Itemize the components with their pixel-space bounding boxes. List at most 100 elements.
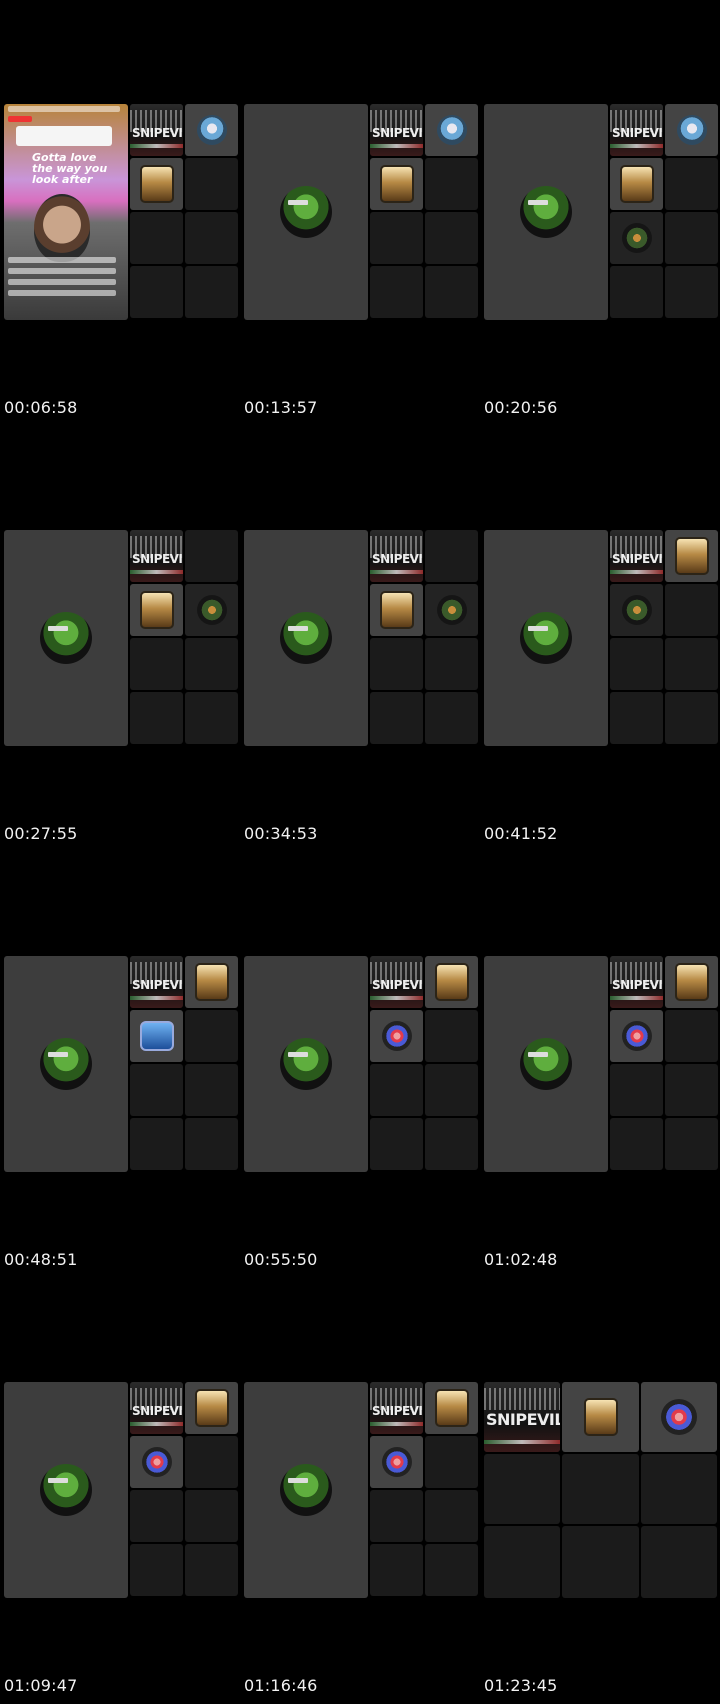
live-badge — [8, 116, 32, 122]
empty-tile — [185, 1010, 238, 1062]
empty-tile — [665, 1064, 718, 1116]
overlay-text: Gotta love the way you look after — [32, 151, 108, 186]
brand-tile: SNIPEVILLE — [130, 104, 183, 156]
participant-tile — [562, 1382, 639, 1452]
coffee-mug-icon — [139, 591, 174, 629]
brand-logo-icon: SNIPEVILLE — [610, 530, 663, 582]
frame-3: SNIPEVILLE — [484, 104, 718, 320]
main-video — [244, 530, 368, 746]
participant-tile — [130, 158, 183, 210]
participant-tile — [610, 1010, 663, 1062]
chat-overlay — [8, 252, 116, 312]
participant-tile — [665, 530, 718, 582]
participant-tile — [370, 158, 423, 210]
coffee-mug-icon — [139, 165, 174, 203]
empty-tile — [425, 212, 478, 264]
brand-logo-icon: SNIPEVILLE — [484, 1382, 560, 1452]
empty-tile — [641, 1454, 717, 1524]
frog-avatar-icon — [520, 1038, 572, 1090]
timestamp: 00:55:50 — [244, 1250, 318, 1269]
timestamp: 00:41:52 — [484, 824, 558, 843]
coffee-mug-icon — [379, 165, 414, 203]
brand-tile: SNIPEVILLE — [130, 956, 183, 1008]
empty-tile — [665, 1118, 718, 1170]
empty-tile — [370, 266, 423, 318]
participant-tile — [425, 104, 478, 156]
frame-12: SNIPEVILLE — [484, 1382, 718, 1598]
frog-avatar-icon — [280, 186, 332, 238]
participant-tile — [185, 956, 238, 1008]
empty-tile — [425, 1010, 478, 1062]
participant-tile — [370, 1010, 423, 1062]
brand-tile: SNIPEVILLE — [130, 1382, 183, 1434]
timestamp: 01:09:47 — [4, 1676, 78, 1695]
empty-tile — [610, 1118, 663, 1170]
frog-avatar-icon — [520, 612, 572, 664]
coffee-mug-icon — [583, 1398, 618, 1436]
participant-tile — [425, 1382, 478, 1434]
frame-2: SNIPEVILLE — [244, 104, 478, 320]
frame-8: SNIPEVILLE — [244, 956, 478, 1172]
frog-avatar-icon — [40, 612, 92, 664]
frame-9: SNIPEVILLE — [484, 956, 718, 1172]
participant-tile — [610, 158, 663, 210]
participant-tile — [185, 584, 238, 636]
timestamp: 00:06:58 — [4, 398, 78, 417]
brand-tile: SNIPEVILLE — [370, 104, 423, 156]
brand-tile: SNIPEVILLE — [610, 956, 663, 1008]
frog-avatar-icon — [280, 612, 332, 664]
brand-logo-icon: SNIPEVILLE — [370, 1382, 423, 1434]
empty-tile — [185, 158, 238, 210]
face-avatar-icon — [196, 115, 227, 145]
frog-avatar-icon — [280, 1038, 332, 1090]
brand-logo-icon: SNIPEVILLE — [130, 1382, 183, 1434]
main-video — [4, 1382, 128, 1598]
coffee-mug-icon — [619, 165, 654, 203]
participant-tile — [425, 956, 478, 1008]
brand-logo-icon: SNIPEVILLE — [610, 104, 663, 156]
empty-tile — [641, 1526, 717, 1598]
portrait-avatar-icon — [621, 595, 652, 625]
main-video-tiktok: Gotta love the way you look after — [4, 104, 128, 320]
empty-tile — [562, 1454, 639, 1524]
coffee-mug-icon — [674, 537, 709, 575]
timestamp: 00:48:51 — [4, 1250, 78, 1269]
timestamp: 00:20:56 — [484, 398, 558, 417]
empty-tile — [425, 1118, 478, 1170]
frame-10: SNIPEVILLE — [4, 1382, 238, 1598]
brand-logo-icon: SNIPEVILLE — [130, 104, 183, 156]
main-video — [4, 956, 128, 1172]
robot-avatar-icon — [621, 1021, 652, 1051]
brand-logo-icon: SNIPEVILLE — [370, 530, 423, 582]
main-video — [484, 956, 608, 1172]
empty-tile — [610, 1064, 663, 1116]
empty-tile — [185, 1490, 238, 1542]
empty-tile — [425, 1436, 478, 1488]
frame-6: SNIPEVILLE — [484, 530, 718, 746]
empty-tile — [185, 1064, 238, 1116]
main-video — [484, 104, 608, 320]
frog-avatar-icon — [280, 1464, 332, 1516]
empty-tile — [665, 638, 718, 690]
empty-tile — [425, 1064, 478, 1116]
participant-tile — [425, 584, 478, 636]
empty-tile — [484, 1454, 560, 1524]
timestamp: 00:34:53 — [244, 824, 318, 843]
participant-tile — [185, 104, 238, 156]
empty-tile — [185, 266, 238, 318]
robot-avatar-icon — [661, 1399, 697, 1435]
timestamp: 01:16:46 — [244, 1676, 318, 1695]
cartoon-avatar-icon — [139, 1021, 174, 1051]
coffee-mug-icon — [194, 1389, 229, 1427]
brand-tile: SNIPEVILLE — [130, 530, 183, 582]
empty-tile — [562, 1526, 639, 1598]
participant-tile — [185, 1382, 238, 1434]
main-video — [244, 1382, 368, 1598]
coffee-mug-icon — [434, 1389, 469, 1427]
empty-tile — [185, 530, 238, 582]
participant-tile — [665, 956, 718, 1008]
empty-tile — [484, 1526, 560, 1598]
brand-tile: SNIPEVILLE — [370, 530, 423, 582]
coffee-mug-icon — [379, 591, 414, 629]
empty-tile — [370, 1490, 423, 1542]
